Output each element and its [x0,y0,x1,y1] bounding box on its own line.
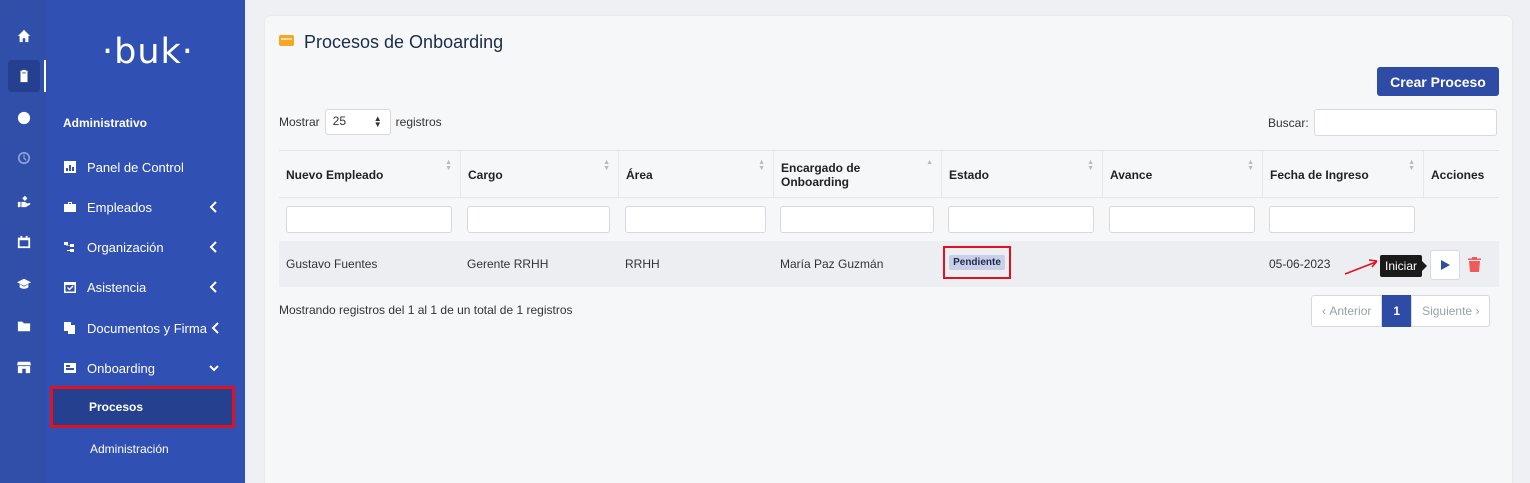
sidebar-section-title: Administrativo [63,116,148,130]
sidebar-item-documentos-y-firma[interactable]: Documentos y Firma [47,313,245,343]
calendar-check-icon [63,280,77,294]
card-icon [279,35,294,46]
dollar-icon[interactable] [8,102,40,134]
sidebar-item-label: Documentos y Firma [87,320,207,336]
sidebar-item-label: Organización [87,239,164,255]
hand-icon[interactable] [8,185,40,217]
filter-estado-input[interactable] [948,206,1094,233]
onboarding-icon [63,361,77,375]
org-icon [63,240,77,254]
status-badge: Pendiente [949,255,1005,270]
page-title: Procesos de Onboarding [304,32,504,52]
chevron-left-icon [209,281,219,293]
sidebar-subitem-label: Administración [90,442,169,456]
show-suffix-label: registros [395,115,442,129]
column-header-nuevo-empleado[interactable]: Nuevo Empleado ▲ ▼ [279,151,460,199]
main-card: Procesos de Onboarding Crear Proceso Mos… [265,16,1512,483]
delete-button[interactable] [1468,257,1481,272]
page-length-control: Mostrar 25 ▲ ▼ registros [279,109,442,135]
calendar-icon[interactable] [8,226,40,258]
create-process-button[interactable]: Crear Proceso [1377,67,1499,96]
sidebar-subitem-administracion[interactable]: Administración [53,430,233,468]
column-header-acciones: Acciones [1423,151,1499,199]
cell-cargo: Gerente RRHH [467,257,549,271]
sidebar-item-onboarding[interactable]: Onboarding [47,353,245,383]
filter-avance-input[interactable] [1109,206,1255,233]
sort-icon: ▲ [926,159,933,166]
graduation-icon[interactable] [8,268,40,300]
pagination-page-1[interactable]: 1 [1382,295,1412,327]
icon-rail [0,0,47,483]
pagination: ‹ Anterior 1 Siguiente › [1311,295,1491,327]
folder-icon[interactable] [8,310,40,342]
select-arrows-icon: ▲ ▼ [373,114,382,129]
sort-icon: ▲ ▼ [758,159,765,172]
table-info: Mostrando registros del 1 al 1 de un tot… [279,303,573,317]
pagination-next-button[interactable]: Siguiente › [1411,295,1491,327]
sidebar-item-organizacion[interactable]: Organización [47,232,245,262]
start-tooltip: Iniciar [1380,255,1428,277]
sort-icon: ▲ ▼ [1247,159,1254,172]
play-icon [1441,260,1450,270]
filter-encargado-input[interactable] [780,206,934,233]
chevron-right-icon: › [1472,304,1480,318]
trash-icon [1468,257,1481,272]
sidebar-item-label: Asistencia [87,279,147,295]
column-header-estado[interactable]: Estado ▲ ▼ [941,151,1102,199]
cell-fecha: 05-06-2023 [1269,257,1331,271]
sort-icon: ▲ ▼ [1408,159,1415,172]
buk-logo: ·buk· [102,32,194,72]
column-header-avance[interactable]: Avance ▲ ▼ [1102,151,1262,199]
filter-row [279,198,1499,240]
sidebar: ·buk· Administrativo Panel de Control Em… [47,0,245,483]
search-control: Buscar: [1268,109,1497,136]
filter-nuevo-empleado-input[interactable] [286,206,452,233]
chevron-left-icon [211,322,221,334]
filter-area-input[interactable] [625,206,766,233]
sidebar-item-label: Panel de Control [87,159,184,175]
chart-icon [63,160,77,174]
sidebar-item-empleados[interactable]: Empleados [47,192,245,222]
cell-area: RRHH [625,257,660,271]
sort-icon: ▲ ▼ [445,159,452,172]
search-input[interactable] [1313,109,1497,136]
sort-icon: ▲ ▼ [603,159,610,172]
column-header-cargo[interactable]: Cargo ▲ ▼ [460,151,618,199]
briefcase-icon [63,200,77,214]
sidebar-item-label: Empleados [87,199,153,215]
annotation-arrow-icon [1344,259,1378,275]
sidebar-item-asistencia[interactable]: Asistencia [47,272,245,302]
page-length-value: 25 [332,114,347,128]
table-header-row: Nuevo Empleado ▲ ▼ Cargo ▲ ▼ Área ▲ ▼ Encargad… [279,150,1499,199]
column-header-area[interactable]: Área ▲ ▼ [618,151,773,199]
chevron-left-icon [209,201,219,213]
clock-icon[interactable] [8,142,40,174]
start-process-button[interactable] [1430,250,1460,280]
filter-fecha-input[interactable] [1269,206,1415,233]
filter-cargo-input[interactable] [467,206,610,233]
cell-empleado: Gustavo Fuentes [286,257,378,271]
home-icon[interactable] [8,20,40,52]
rail-active-indicator [44,60,46,92]
column-header-fecha-de-ingreso[interactable]: Fecha de Ingreso ▲ ▼ [1262,151,1423,199]
chevron-left-icon: ‹ [1322,304,1330,318]
sidebar-item-label: Onboarding [87,360,155,376]
clipboard-icon[interactable] [8,60,40,92]
sidebar-subitem-label: Procesos [89,400,144,414]
sort-icon: ▲ ▼ [1087,159,1094,172]
column-header-encargado[interactable]: Encargado de Onboarding ▲ [773,151,941,199]
pagination-prev-button[interactable]: ‹ Anterior [1311,295,1383,327]
table-row: Gustavo Fuentes Gerente RRHH RRHH María … [279,241,1499,287]
sidebar-subitem-procesos[interactable]: Procesos [50,386,235,428]
chevron-down-icon [209,362,219,374]
search-label: Buscar: [1268,115,1309,130]
cell-encargado: María Paz Guzmán [780,257,884,271]
store-icon[interactable] [8,351,40,383]
sidebar-item-panel-de-control[interactable]: Panel de Control [47,152,245,182]
documents-icon [63,321,77,335]
page-length-select[interactable]: 25 ▲ ▼ [324,109,391,135]
show-prefix-label: Mostrar [279,115,320,129]
status-highlight: Pendiente [943,246,1011,279]
chevron-left-icon [209,241,219,253]
